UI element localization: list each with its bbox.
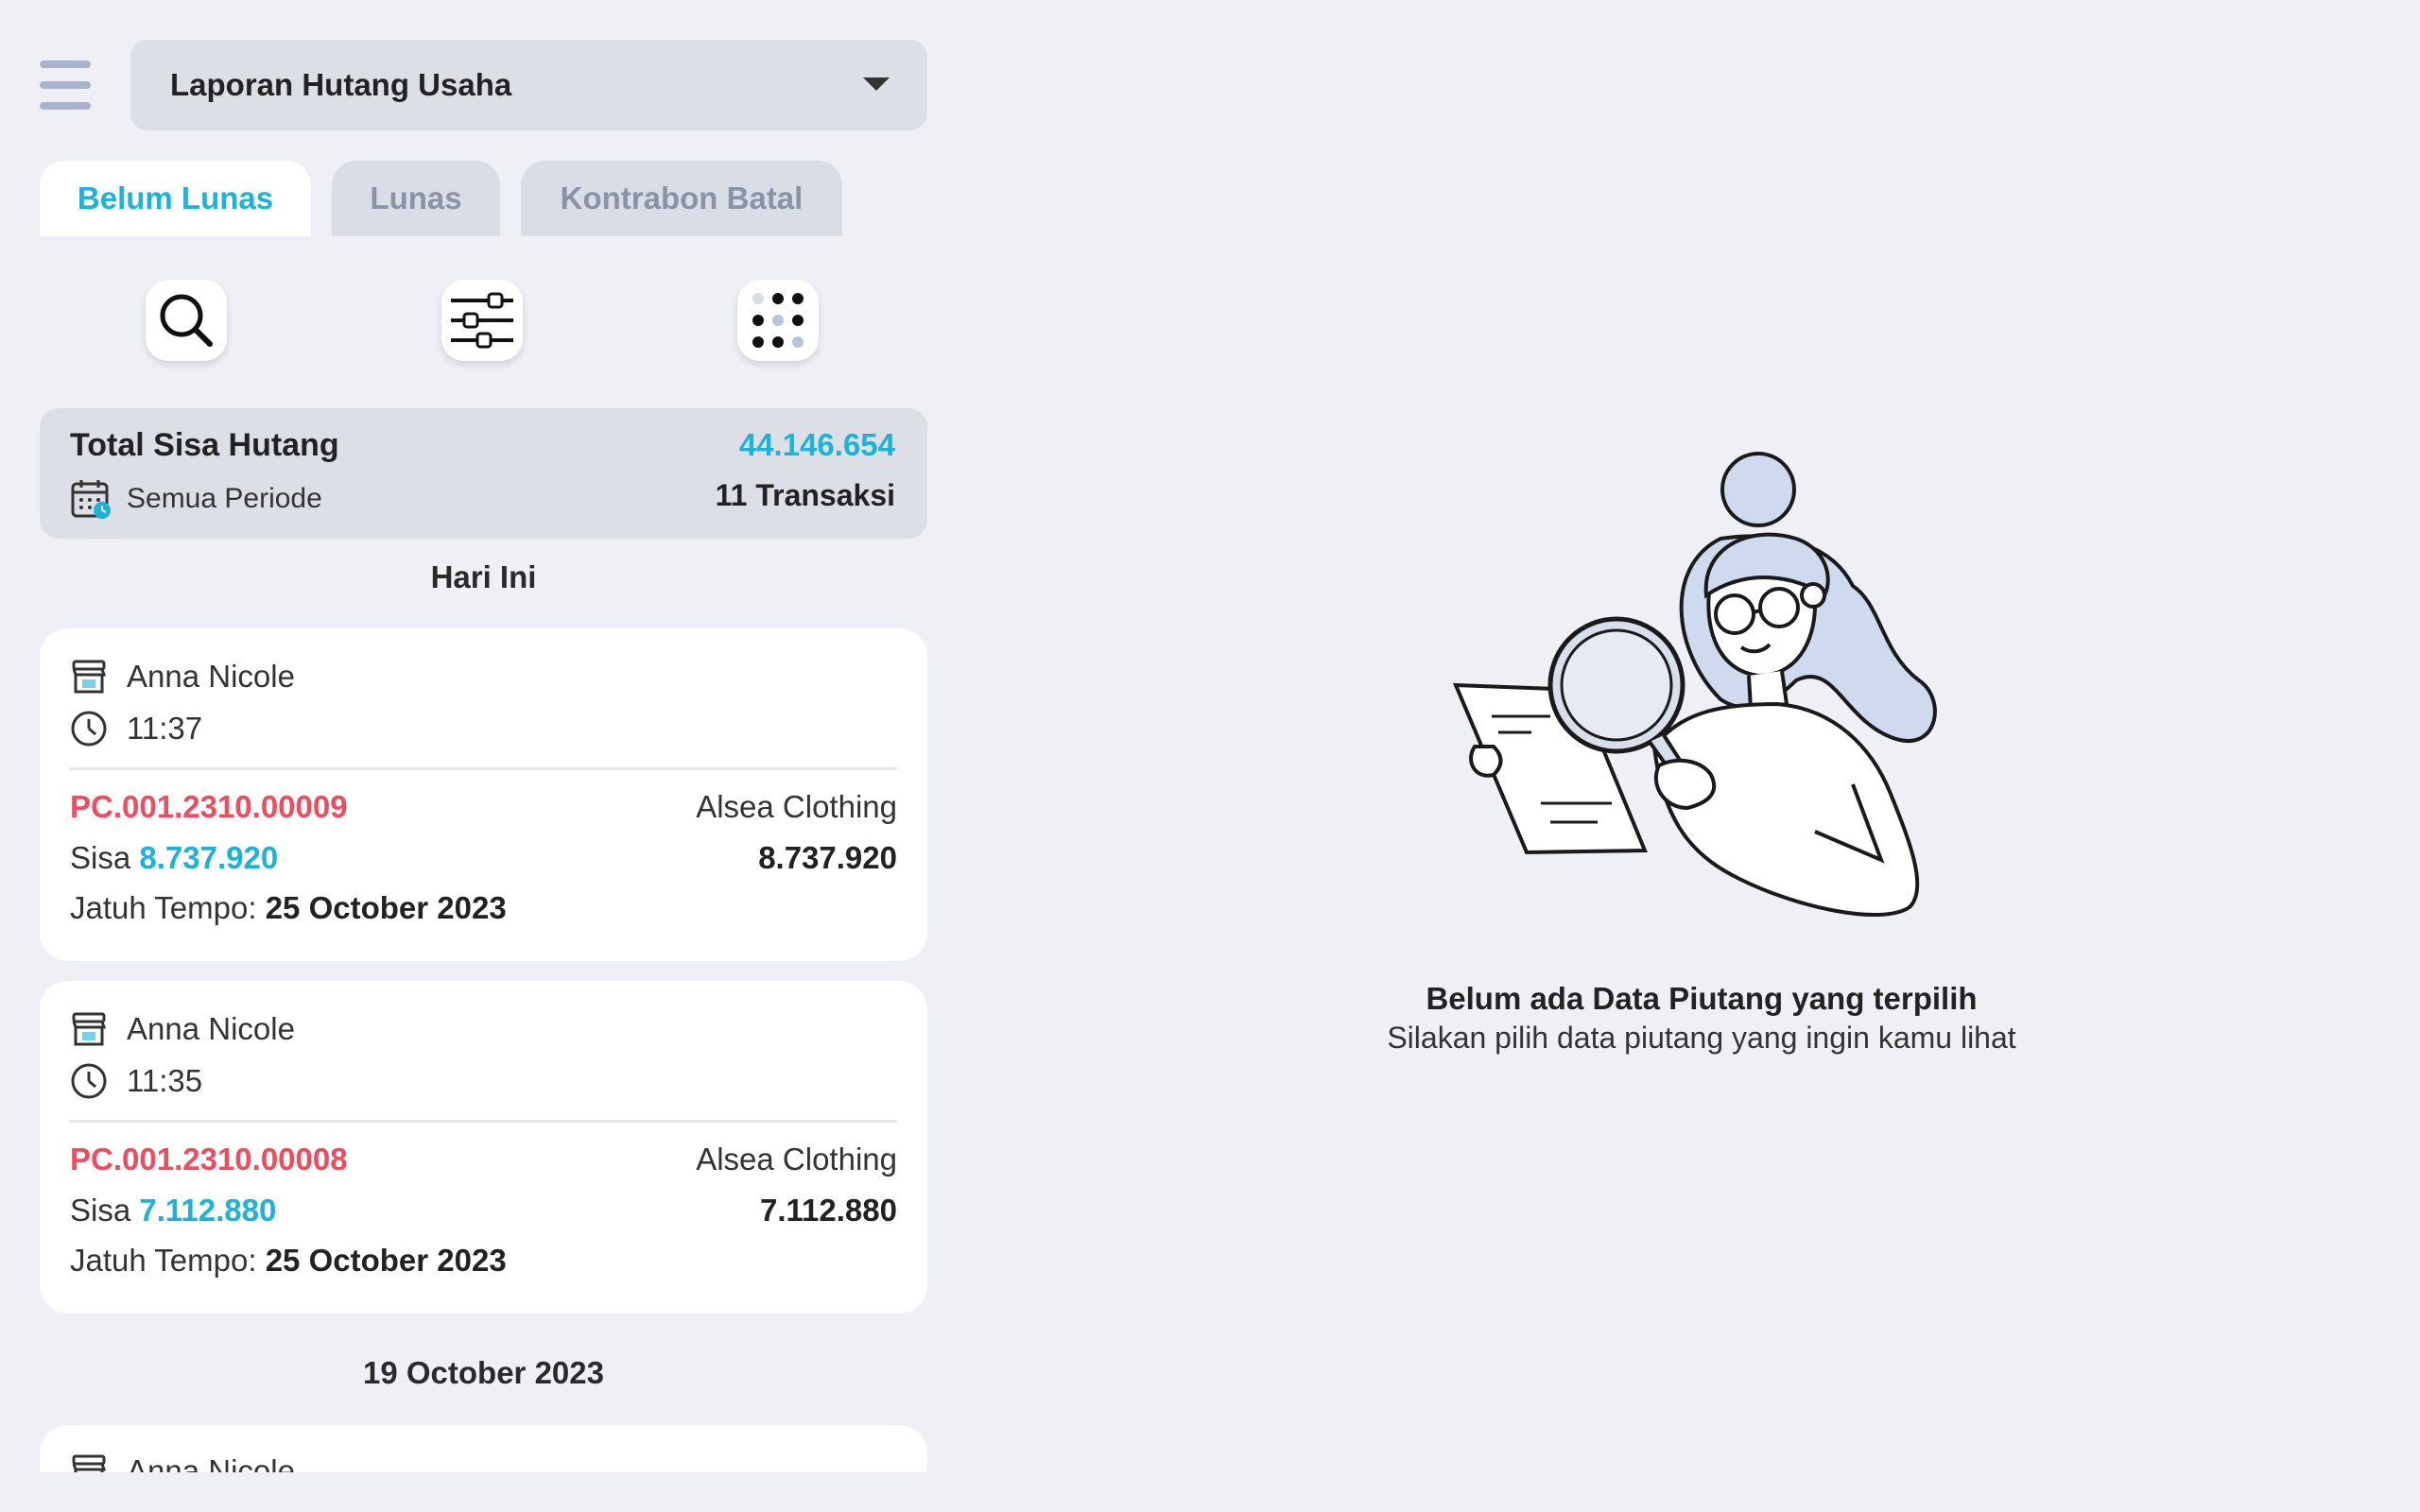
store-icon <box>72 1012 107 1046</box>
search-icon <box>160 294 213 347</box>
due-label: Jatuh Tempo: <box>70 1243 257 1278</box>
report-type-label: Laporan Hutang Usaha <box>170 67 512 102</box>
chevron-down-icon <box>863 77 890 91</box>
empty-state-title: Belum ada Data Piutang yang terpilih <box>1426 981 1978 1016</box>
customer-name: Anna Nicole <box>127 1453 295 1472</box>
status-tabs: Belum Lunas Lunas Kontrabon Batal <box>40 161 842 236</box>
time-row: 11:35 <box>70 1062 202 1100</box>
customer-name: Anna Nicole <box>127 659 295 694</box>
store-icon <box>72 1454 107 1472</box>
total-amount: 7.112.880 <box>760 1193 897 1228</box>
tab-label: Lunas <box>370 180 462 215</box>
woman-magnifier-illustration <box>1452 452 1937 918</box>
tab-lunas[interactable]: Lunas <box>332 161 500 236</box>
supplier-row: Anna Nicole <box>70 1453 295 1472</box>
summary-box: Total Sisa Hutang 44.146.654 Semua Perio… <box>40 408 927 539</box>
supplier-name: Alsea Clothing <box>696 789 897 824</box>
empty-state-subtitle: Silakan pilih data piutang yang ingin ka… <box>1387 1021 2016 1055</box>
remaining-amount: 8.737.920 <box>139 840 279 875</box>
remaining-row: Sisa 7.112.880 <box>70 1193 276 1228</box>
period-selector[interactable]: Semua Periode <box>70 478 322 520</box>
summary-amount: 44.146.654 <box>738 427 895 462</box>
calendar-icon <box>71 480 111 519</box>
more-options-button[interactable] <box>737 280 819 361</box>
hamburger-menu-icon[interactable] <box>40 59 93 112</box>
divider <box>70 767 897 770</box>
invoice-number: PC.001.2310.00008 <box>70 1142 348 1177</box>
remaining-label: Sisa <box>70 1193 131 1228</box>
store-icon <box>72 660 107 694</box>
clock-icon <box>71 1063 107 1099</box>
time-row: 11:37 <box>70 710 202 747</box>
date-group-header: 19 October 2023 <box>363 1355 604 1390</box>
transaction-time: 11:37 <box>127 711 203 746</box>
supplier-name: Alsea Clothing <box>696 1142 897 1177</box>
supplier-row: Anna Nicole <box>70 659 295 695</box>
due-date-row: Jatuh Tempo: 25 October 2023 <box>70 890 507 926</box>
left-panel: Laporan Hutang Usaha Belum Lunas Lunas K… <box>0 0 945 1512</box>
total-amount: 8.737.920 <box>758 840 897 875</box>
filter-button[interactable] <box>441 280 523 361</box>
due-date: 25 October 2023 <box>265 1243 507 1278</box>
transaction-card[interactable]: Anna Nicole 11:35 PC.001.2310.00008 Alse… <box>40 981 927 1314</box>
report-type-dropdown[interactable]: Laporan Hutang Usaha <box>130 40 927 130</box>
transaction-time: 11:35 <box>127 1063 203 1098</box>
transaction-card[interactable]: Anna Nicole <box>40 1425 927 1472</box>
filter-sliders-icon <box>451 292 513 349</box>
tab-label: Belum Lunas <box>77 180 274 215</box>
remaining-row: Sisa 8.737.920 <box>70 840 278 876</box>
supplier-row: Anna Nicole <box>70 1011 295 1047</box>
transaction-count: 11 Transaksi <box>715 478 895 512</box>
due-date-row: Jatuh Tempo: 25 October 2023 <box>70 1243 507 1279</box>
search-button[interactable] <box>146 280 227 361</box>
invoice-number: PC.001.2310.00009 <box>70 789 348 824</box>
due-label: Jatuh Tempo: <box>70 890 257 925</box>
transaction-card[interactable]: Anna Nicole 11:37 PC.001.2310.00009 Alse… <box>40 628 927 961</box>
remaining-amount: 7.112.880 <box>139 1193 277 1228</box>
period-label: Semua Periode <box>127 483 322 514</box>
remaining-label: Sisa <box>70 840 131 875</box>
divider <box>70 1120 897 1123</box>
grid-dots-icon <box>752 293 804 348</box>
tab-belum-lunas[interactable]: Belum Lunas <box>40 161 311 236</box>
due-date: 25 October 2023 <box>265 890 507 925</box>
tab-label: Kontrabon Batal <box>560 180 804 215</box>
clock-icon <box>71 711 107 747</box>
date-group-header: Hari Ini <box>430 559 537 594</box>
summary-label: Total Sisa Hutang <box>70 427 339 463</box>
customer-name: Anna Nicole <box>127 1011 295 1046</box>
tab-kontrabon-batal[interactable]: Kontrabon Batal <box>521 161 842 236</box>
